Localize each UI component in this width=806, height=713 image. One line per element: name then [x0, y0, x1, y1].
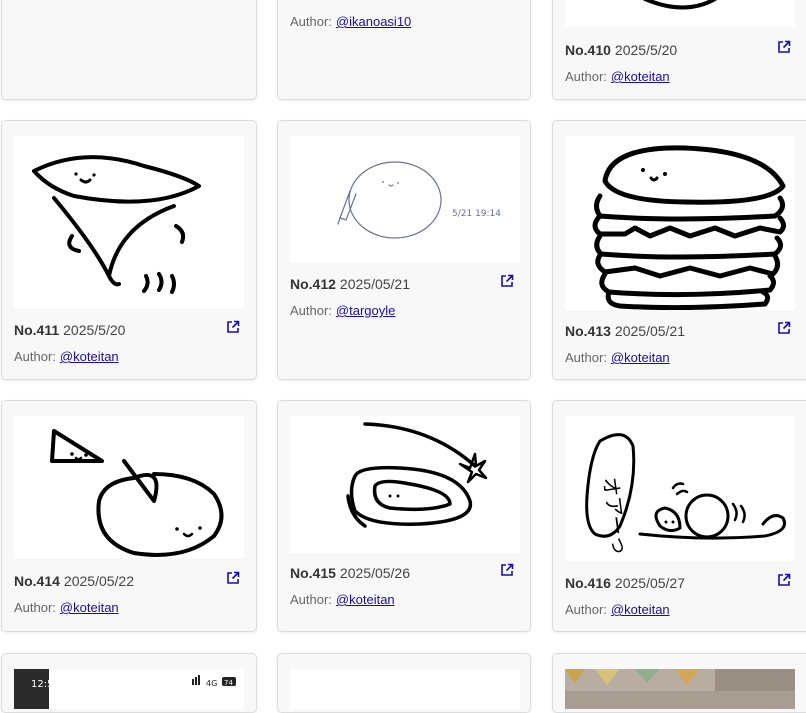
card-412: 5/21 19:14 No.412 2025/05/21 Author: @targ… — [277, 120, 531, 380]
drawing-thumbnail[interactable] — [290, 669, 520, 709]
entry-date: 2025/05/26 — [339, 565, 410, 581]
author-label: Author: — [565, 350, 607, 365]
card-ikanoasi: Author: @ikanoasi10 — [277, 0, 531, 100]
external-link-icon[interactable] — [500, 563, 514, 577]
author-label: Author: — [14, 349, 56, 364]
external-link-icon[interactable] — [226, 571, 240, 585]
entry-date: 2025/5/20 — [63, 322, 126, 338]
entry-date: 2025/05/21 — [614, 323, 685, 339]
author-line: Author: @koteitan — [565, 350, 670, 365]
author-link[interactable]: @koteitan — [60, 349, 119, 364]
drawing-thumbnail[interactable] — [14, 416, 244, 558]
card-bottom-middle — [277, 653, 531, 713]
author-label: Author: — [290, 14, 332, 29]
drawing-thumbnail[interactable] — [290, 416, 520, 553]
external-link-icon[interactable] — [500, 274, 514, 288]
drawing-thumbnail[interactable]: オアーっ — [565, 416, 795, 561]
author-label: Author: — [290, 303, 332, 318]
card-413: No.413 2025/05/21 Author: @koteitan — [552, 120, 806, 380]
author-line: Author: @koteitan — [565, 602, 670, 617]
card-phone-screenshot: 12:55 4G 74 — [1, 653, 257, 713]
card-empty — [1, 0, 257, 100]
author-link[interactable]: @targoyle — [336, 303, 395, 318]
entry-number: No.414 — [14, 573, 60, 589]
author-label: Author: — [290, 592, 332, 607]
drawing-thumbnail[interactable]: 5/21 19:14 — [290, 136, 520, 263]
author-link[interactable]: @koteitan — [336, 592, 395, 607]
author-label: Author: — [565, 602, 607, 617]
card-414: No.414 2025/05/22 Author: @koteitan — [1, 400, 257, 632]
card-bottom-photo — [552, 653, 806, 713]
author-link[interactable]: @koteitan — [60, 600, 119, 615]
drawing-thumbnail[interactable]: 12:55 4G 74 — [14, 669, 244, 709]
entry-meta: No.411 2025/5/20 — [14, 322, 125, 338]
author-line: Author: @koteitan — [14, 349, 119, 364]
entry-number: No.412 — [290, 276, 336, 292]
card-415: No.415 2025/05/26 Author: @koteitan — [277, 400, 531, 632]
phone-network: 4G — [206, 679, 217, 688]
author-label: Author: — [14, 600, 56, 615]
entry-number: No.410 — [565, 42, 611, 58]
entry-date: 2025/5/20 — [614, 42, 678, 58]
entry-date: 2025/05/27 — [614, 575, 685, 591]
external-link-icon[interactable] — [226, 320, 240, 334]
external-link-icon[interactable] — [777, 40, 791, 54]
sketch-timestamp: 5/21 19:14 — [452, 209, 501, 219]
external-link-icon[interactable] — [777, 321, 791, 335]
author-line: Author: @ikanoasi10 — [290, 14, 411, 29]
entry-meta: No.416 2025/05/27 — [565, 575, 685, 591]
entry-meta: No.415 2025/05/26 — [290, 565, 410, 581]
phone-battery: 74 — [224, 679, 233, 687]
author-label: Author: — [565, 69, 607, 84]
photo-thumbnail[interactable] — [565, 669, 795, 709]
author-link[interactable]: @koteitan — [611, 350, 670, 365]
author-line: Author: @koteitan — [14, 600, 119, 615]
author-link[interactable]: @koteitan — [611, 602, 670, 617]
author-link[interactable]: @ikanoasi10 — [336, 14, 411, 29]
card-416: オアーっ No.416 2025/05/27 Author: @koteitan — [552, 400, 806, 632]
entry-number: No.416 — [565, 575, 611, 591]
drawing-thumbnail[interactable] — [14, 136, 244, 308]
author-line: Author: @targoyle — [290, 303, 395, 318]
external-link-icon[interactable] — [777, 573, 791, 587]
entry-meta: No.413 2025/05/21 — [565, 323, 685, 339]
drawing-thumbnail[interactable] — [565, 136, 795, 310]
drawing-thumbnail[interactable] — [565, 0, 795, 27]
phone-time: 12:55 — [31, 679, 60, 690]
entry-number: No.413 — [565, 323, 611, 339]
author-line: Author: @koteitan — [290, 592, 395, 607]
entry-meta: No.414 2025/05/22 — [14, 573, 134, 589]
author-link[interactable]: @koteitan — [611, 69, 670, 84]
card-410: No.410 2025/5/20 Author: @koteitan — [552, 0, 806, 100]
entry-meta: No.412 2025/05/21 — [290, 276, 410, 292]
entry-number: No.415 — [290, 565, 336, 581]
author-line: Author: @koteitan — [565, 69, 670, 84]
card-411: No.411 2025/5/20 Author: @koteitan — [1, 120, 257, 380]
entry-meta: No.410 2025/5/20 — [565, 42, 677, 58]
entry-date: 2025/05/22 — [63, 573, 134, 589]
entry-date: 2025/05/21 — [339, 276, 410, 292]
sketch-scribble: オアーっ — [598, 475, 633, 556]
entry-number: No.411 — [14, 322, 60, 338]
